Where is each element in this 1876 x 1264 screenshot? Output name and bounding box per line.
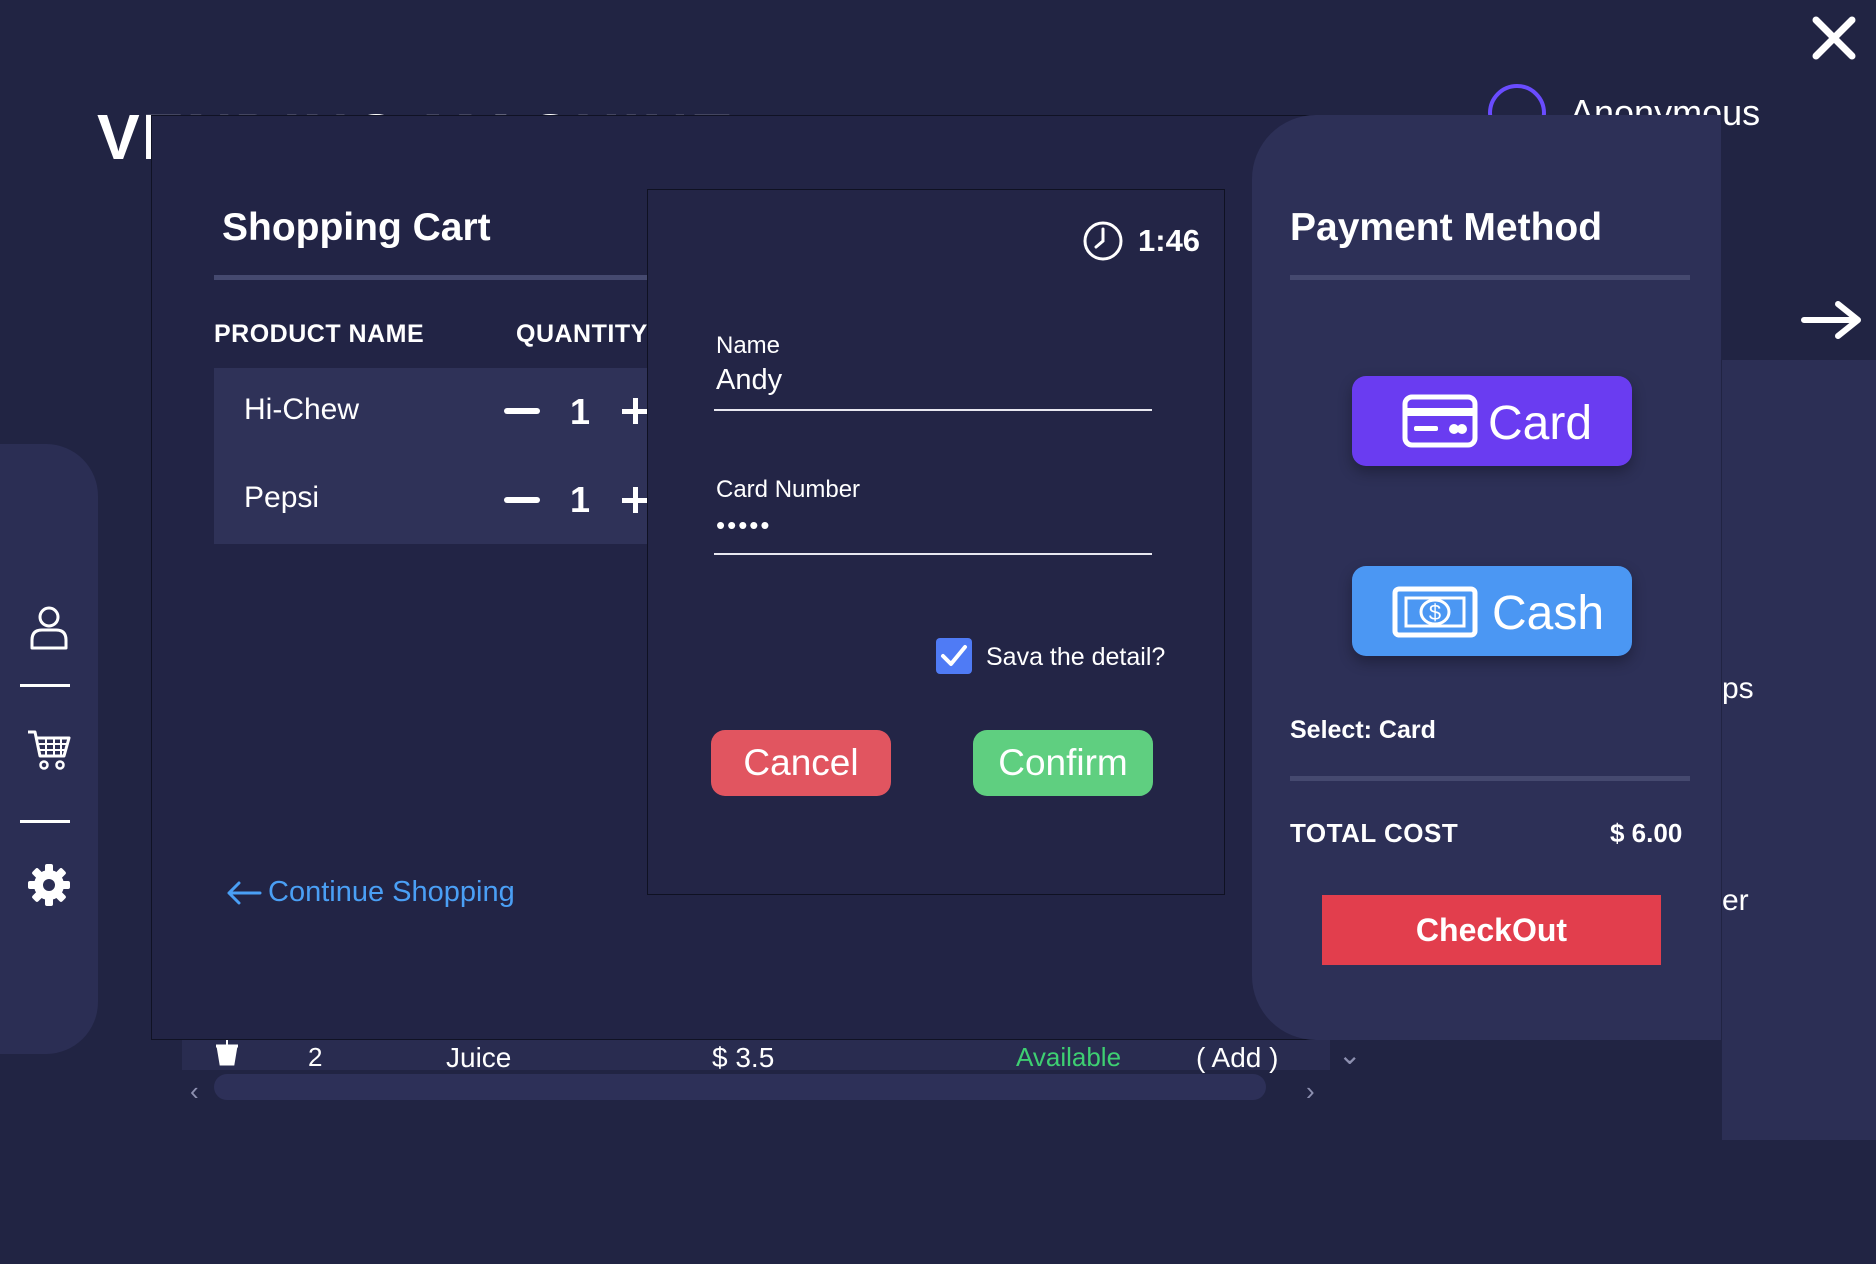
credit-card-icon [1402,394,1478,448]
card-payment-button[interactable]: Card [1352,376,1632,466]
name-field-underline [714,409,1152,411]
save-details-checkbox[interactable] [936,638,972,674]
column-header-quantity: QUANTITY [516,320,648,348]
product-status: Available [1016,1042,1122,1072]
selected-method: Select: Card [1290,716,1436,744]
cash-icon: $ [1392,586,1478,638]
background-text-fragment: ps [1722,672,1754,705]
increase-quantity-button[interactable] [622,398,648,424]
save-details-label: Sava the detail? [986,643,1166,671]
arrow-right-icon [1801,301,1861,339]
arrow-left-icon [227,881,262,905]
background-text-fragment: er [1722,884,1749,917]
cancel-button[interactable]: Cancel [711,730,891,796]
cup-icon [212,1038,242,1073]
horizontal-scrollbar[interactable] [214,1074,1266,1100]
cart-item-quantity: 1 [570,391,591,432]
product-name: Juice [446,1042,512,1073]
cash-button-label: Cash [1492,587,1605,640]
countdown-timer: 1:46 [1138,223,1201,258]
decrease-quantity-button[interactable] [504,497,540,503]
cash-payment-button[interactable]: $ Cash [1352,566,1632,656]
background-right-panel [1722,360,1876,1140]
product-row: 2 Juice $ 3.5 Available ( Add ) ⌄ [182,1036,1361,1073]
total-cost-value: $ 6.00 [1610,818,1683,848]
name-input[interactable] [716,364,1152,397]
payment-method-title: Payment Method [1290,206,1603,249]
product-index: 2 [308,1042,323,1072]
checkout-button[interactable]: CheckOut [1322,895,1661,965]
add-button[interactable]: ( Add ) [1196,1042,1278,1074]
continue-shopping-label: Continue Shopping [268,876,515,908]
divider [214,275,649,280]
cart-item-quantity: 1 [570,479,591,520]
confirm-button[interactable]: Confirm [973,730,1153,796]
card-number-input[interactable] [716,510,1152,541]
continue-shopping-link[interactable]: Continue Shopping [226,876,515,909]
column-header-product: PRODUCT NAME [214,320,425,348]
card-number-field-label: Card Number [716,476,861,503]
clock-icon [1082,220,1124,262]
close-icon [1812,16,1856,60]
card-button-label: Card [1488,397,1593,450]
divider [1290,776,1690,781]
shopping-cart-title: Shopping Cart [222,206,491,249]
name-field-label: Name [716,332,781,359]
scroll-left-icon[interactable]: ‹ [190,1076,199,1107]
product-price: $ 3.5 [712,1042,775,1073]
divider [1290,275,1690,280]
scroll-right-icon[interactable]: › [1306,1076,1315,1107]
decrease-quantity-button[interactable] [504,408,540,414]
total-cost-label: TOTAL COST [1290,818,1459,848]
sidebar-divider [20,684,70,687]
gear-icon[interactable] [26,862,72,908]
increase-quantity-button[interactable] [622,487,648,513]
user-icon[interactable] [26,604,72,650]
cart-item-name: Hi-Chew [244,393,360,426]
close-button[interactable] [1806,10,1862,66]
next-arrow-button[interactable] [1800,298,1864,342]
checkmark-icon [941,645,967,666]
sidebar-divider [20,820,70,823]
svg-text:$: $ [1429,600,1441,625]
cart-item-name: Pepsi [244,481,320,514]
card-number-field-underline [714,553,1152,555]
chevron-down-icon[interactable]: ⌄ [1338,1038,1361,1071]
cart-icon[interactable] [26,726,72,772]
